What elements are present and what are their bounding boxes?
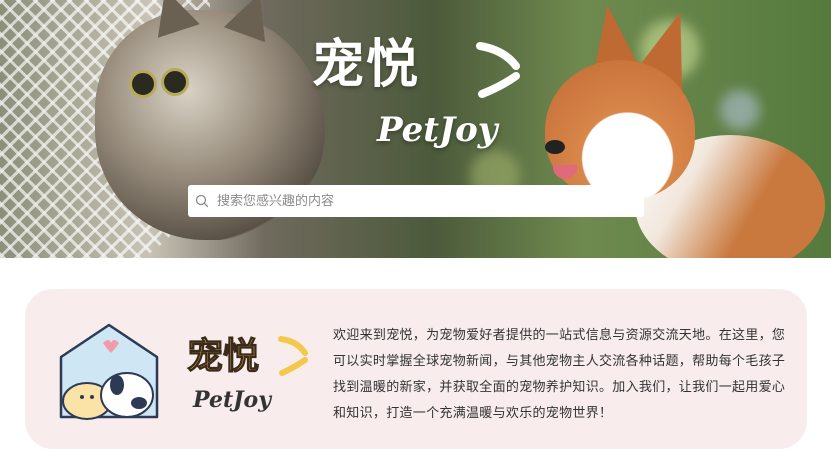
corgi-head (545, 60, 695, 200)
cat-ear (144, 0, 200, 38)
brand-title-cn: 宠悦 (312, 34, 421, 95)
corgi-image (545, 1, 825, 258)
swoosh-icon (278, 336, 308, 376)
swoosh-icon (476, 42, 520, 98)
logo-title-en: PetJoy (193, 387, 271, 413)
intro-logo: 宠悦 PetJoy (185, 327, 325, 427)
intro-description: 欢迎来到宠悦，为宠物爱好者提供的一站式信息与资源交流天地。在这里，您可以实时掌握… (333, 328, 786, 421)
hero-brand: 宠悦 PetJoy (312, 22, 532, 172)
logo-title-cn: 宠悦 (186, 334, 260, 377)
intro-card: 宠悦 PetJoy 欢迎来到宠悦，为宠物爱好者提供的一站式信息与资源交流天地。在… (25, 289, 807, 449)
cat-ear (223, 0, 281, 43)
search-box[interactable] (188, 185, 644, 217)
brand-title-en: PetJoy (377, 110, 498, 150)
corgi-nose (545, 140, 565, 154)
cat-eye (161, 68, 189, 96)
search-icon[interactable] (195, 194, 209, 208)
cat-eye (129, 70, 157, 98)
house-logo-icon (59, 323, 159, 420)
hero-banner: 宠悦 PetJoy (0, 0, 831, 258)
search-input[interactable] (215, 192, 639, 210)
